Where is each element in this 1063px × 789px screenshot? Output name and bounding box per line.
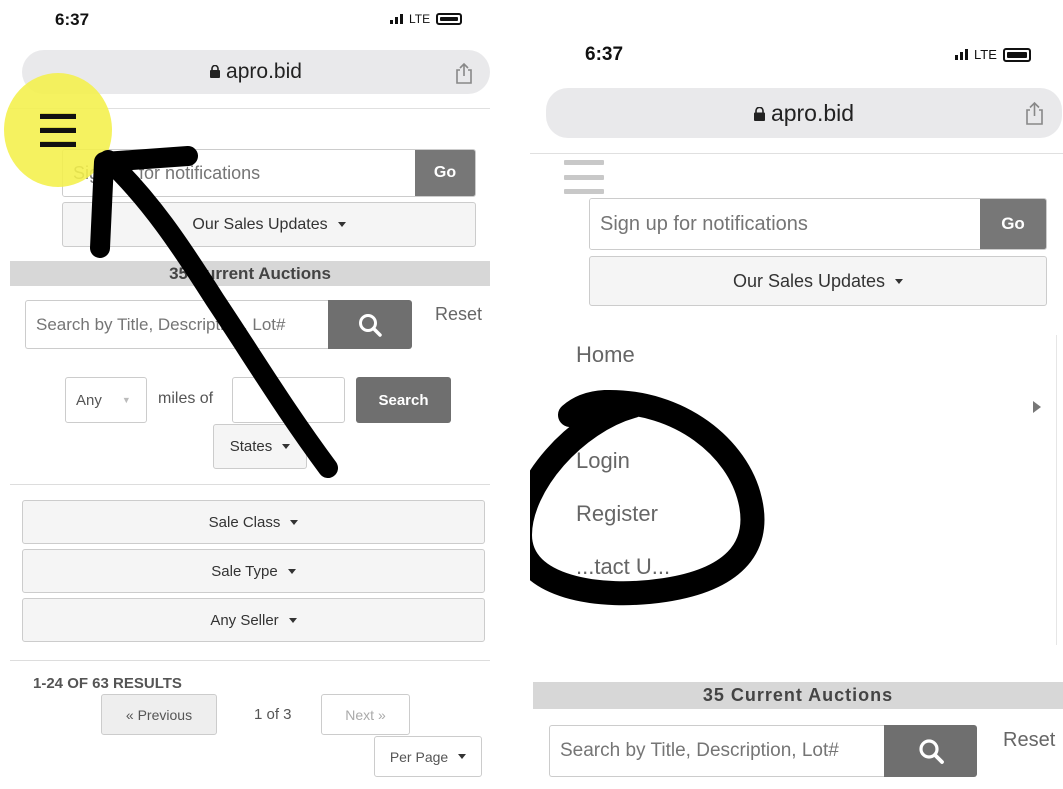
notifications-go-button[interactable]: Go xyxy=(980,199,1046,249)
per-page-dropdown[interactable]: Per Page xyxy=(374,736,482,777)
sales-updates-dropdown[interactable]: Our Sales Updates xyxy=(589,256,1047,306)
left-screenshot: 6:37 LTE apro.bid Go Our Sales Updates 3… xyxy=(0,0,503,789)
url-text: apro.bid xyxy=(770,99,855,126)
notifications-input[interactable] xyxy=(590,199,980,249)
distance-value: Any xyxy=(76,391,102,409)
auction-search xyxy=(25,300,412,349)
auction-search xyxy=(549,725,977,777)
magnifier-icon xyxy=(359,313,382,337)
menu-item-update[interactable]: ...late xyxy=(576,395,630,421)
menu-item-register[interactable]: Register xyxy=(576,501,658,527)
sales-updates-dropdown[interactable]: Our Sales Updates xyxy=(62,202,476,247)
distance-select[interactable]: Any ▼ xyxy=(65,377,147,423)
divider xyxy=(530,153,1063,154)
zip-input[interactable] xyxy=(232,377,345,423)
menu-item-login[interactable]: Login xyxy=(576,448,630,474)
status-indicators: LTE xyxy=(390,12,463,26)
status-time: 6:37 xyxy=(585,44,624,65)
sales-updates-label: Our Sales Updates xyxy=(732,270,886,291)
divider xyxy=(10,484,490,485)
caret-down-icon xyxy=(287,568,296,574)
signal-icon xyxy=(955,49,968,60)
lock-icon xyxy=(753,100,765,127)
results-summary: 1-24 OF 63 RESULTS xyxy=(33,675,182,692)
reset-link[interactable]: Reset xyxy=(435,304,482,325)
caret-down-icon xyxy=(895,278,904,284)
caret-down-icon xyxy=(458,754,467,759)
network-label: LTE xyxy=(974,47,997,62)
url-bar[interactable]: apro.bid xyxy=(546,88,1062,138)
sale-class-dropdown[interactable]: Sale Class xyxy=(22,500,485,544)
caret-right-icon xyxy=(1032,400,1042,419)
battery-icon xyxy=(436,13,463,25)
states-label: States xyxy=(229,438,273,455)
reset-link[interactable]: Reset xyxy=(1003,729,1055,752)
auction-search-input[interactable] xyxy=(549,725,884,777)
filter-label: Sale Class xyxy=(208,513,281,531)
caret-down-icon xyxy=(282,444,291,449)
auctions-header: 35 Current Auctions xyxy=(10,261,490,286)
notifications-go-button[interactable]: Go xyxy=(415,150,475,196)
notifications-form: Go xyxy=(62,149,476,197)
share-icon[interactable] xyxy=(1025,101,1044,130)
notifications-form: Go xyxy=(589,198,1047,250)
divider xyxy=(10,108,490,109)
right-screenshot: 6:37 LTE apro.bid Go Our Sales Updates H… xyxy=(530,0,1063,789)
share-icon[interactable] xyxy=(455,62,473,89)
per-page-label: Per Page xyxy=(389,748,449,765)
caret-down-icon xyxy=(337,222,346,227)
menu-item-home[interactable]: Home xyxy=(576,342,635,368)
network-label: LTE xyxy=(409,12,431,26)
url-text: apro.bid xyxy=(226,60,302,83)
url-bar[interactable]: apro.bid xyxy=(22,50,490,94)
menu-panel-edge xyxy=(1056,335,1063,645)
divider xyxy=(10,660,490,661)
auctions-header: 35 Current Auctions xyxy=(533,682,1063,709)
select-arrow-icon: ▼ xyxy=(121,395,131,405)
signal-icon xyxy=(390,14,403,24)
miles-of-label: miles of xyxy=(158,390,214,407)
caret-down-icon xyxy=(290,519,299,525)
page-indicator: 1 of 3 xyxy=(254,706,292,723)
magnifier-icon xyxy=(918,739,944,764)
hamburger-icon[interactable] xyxy=(564,160,604,194)
search-button[interactable] xyxy=(884,725,977,777)
menu-item-contact[interactable]: ...tact U... xyxy=(576,554,670,580)
hamburger-icon[interactable] xyxy=(40,113,76,146)
auction-search-input[interactable] xyxy=(25,300,328,349)
status-time: 6:37 xyxy=(55,10,90,29)
states-dropdown[interactable]: States xyxy=(213,424,307,469)
search-button[interactable] xyxy=(328,300,412,349)
battery-icon xyxy=(1002,47,1031,62)
notifications-input[interactable] xyxy=(63,150,415,196)
status-indicators: LTE xyxy=(955,47,1031,62)
next-button[interactable]: Next » xyxy=(321,694,410,735)
sale-type-dropdown[interactable]: Sale Type xyxy=(22,549,485,593)
sales-updates-label: Our Sales Updates xyxy=(192,215,328,233)
seller-dropdown[interactable]: Any Seller xyxy=(22,598,485,642)
location-search-button[interactable]: Search xyxy=(356,377,451,423)
previous-button[interactable]: « Previous xyxy=(101,694,217,735)
caret-down-icon xyxy=(288,617,297,623)
filter-label: Any Seller xyxy=(210,611,279,629)
lock-icon xyxy=(210,60,221,84)
filter-label: Sale Type xyxy=(211,562,278,580)
